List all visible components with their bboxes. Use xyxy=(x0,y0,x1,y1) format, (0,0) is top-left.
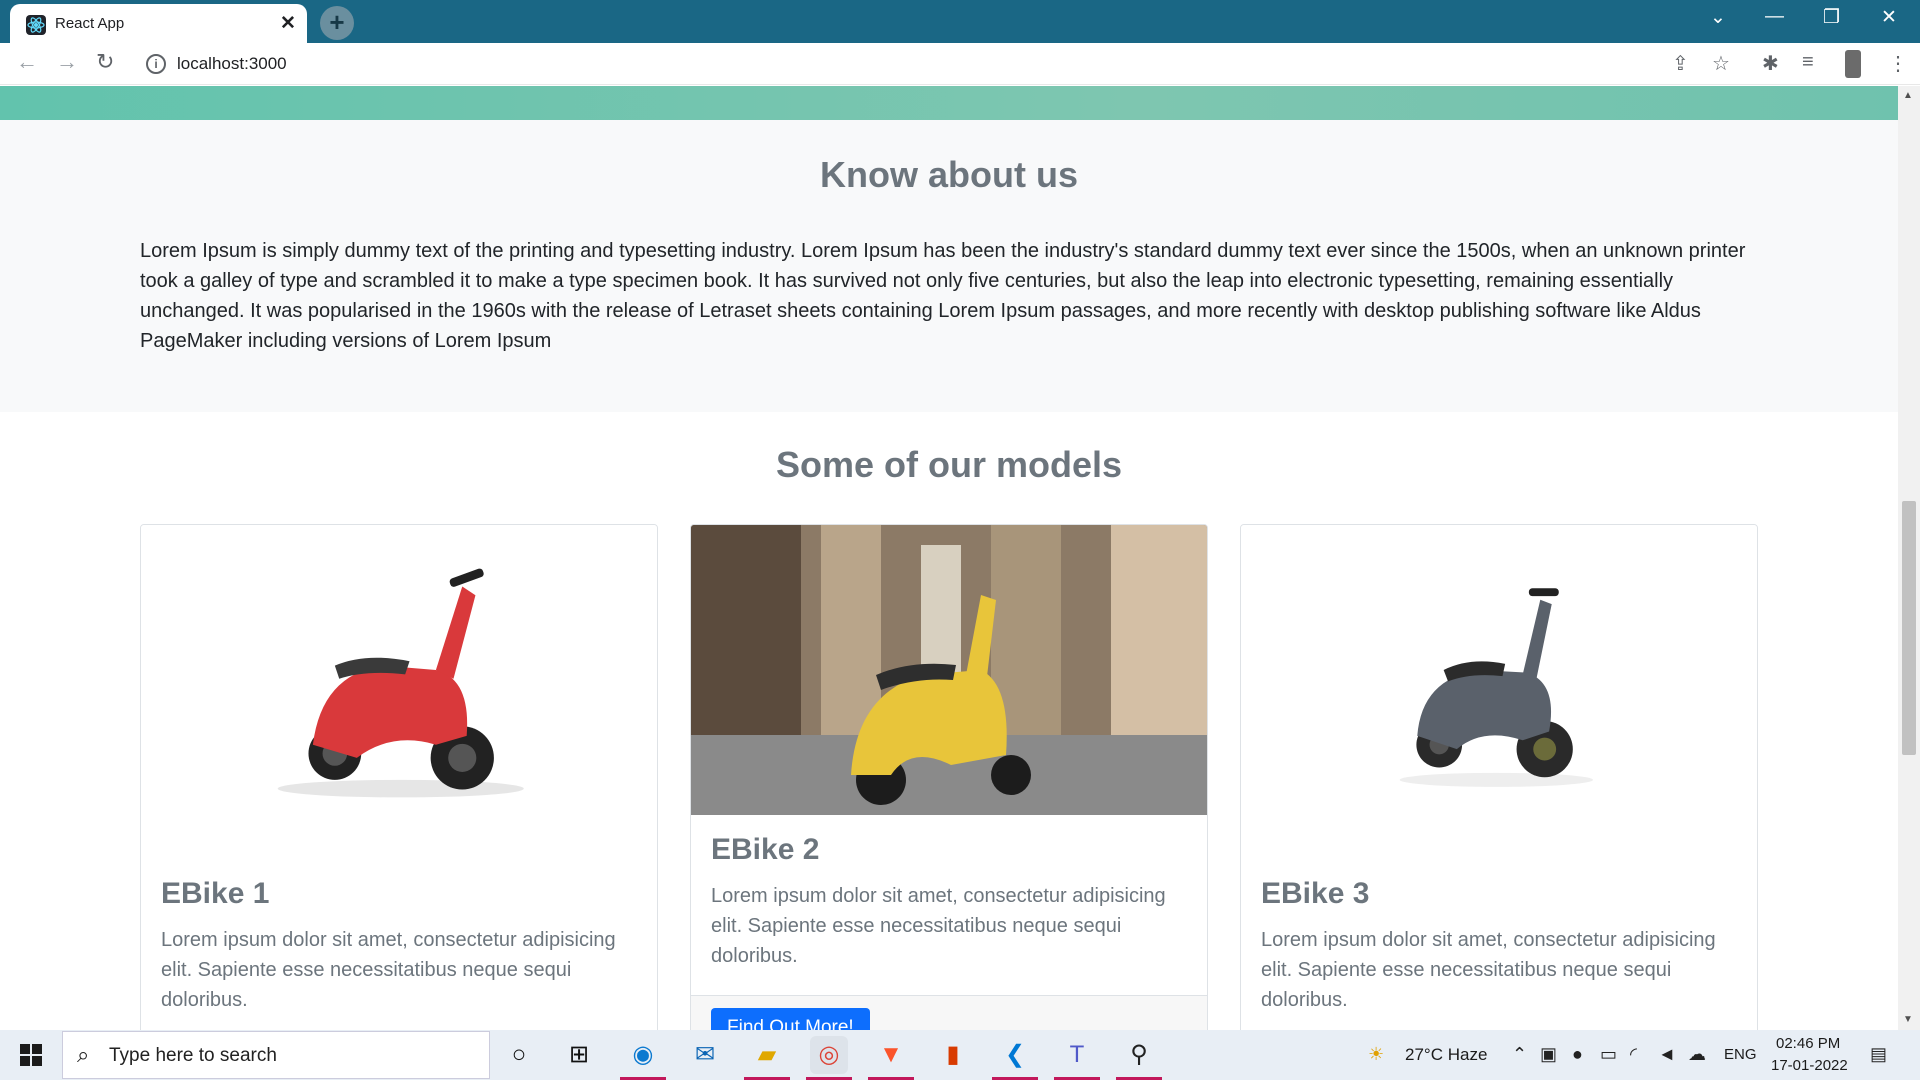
cortana-icon[interactable]: ○ xyxy=(500,1036,538,1074)
site-info-icon[interactable]: i xyxy=(146,54,166,74)
taskbar-search-input[interactable]: ⌕ Type here to search xyxy=(62,1031,490,1079)
scroll-up-icon[interactable]: ▲ xyxy=(1903,90,1913,101)
star-icon[interactable]: ☆ xyxy=(1712,51,1730,76)
page-scrollbar[interactable]: ▲ ▼ xyxy=(1898,86,1920,1030)
restore-icon[interactable]: ❐ xyxy=(1823,6,1840,29)
clock-time[interactable]: 02:46 PM xyxy=(1776,1035,1840,1052)
model-card-3: EBike 3 Lorem ipsum dolor sit amet, cons… xyxy=(1240,524,1758,1030)
edge-icon[interactable]: ◉ xyxy=(624,1036,662,1074)
wifi-icon[interactable]: ◜ xyxy=(1630,1044,1637,1065)
weather-icon[interactable]: ☀ xyxy=(1368,1044,1384,1065)
weather-text[interactable]: 27°C Haze xyxy=(1405,1045,1487,1065)
share-icon[interactable]: ⇪ xyxy=(1672,51,1689,76)
card-title: EBike 3 xyxy=(1261,877,1370,910)
back-icon[interactable]: ← xyxy=(16,49,38,75)
about-title: Know about us xyxy=(820,154,1078,195)
scroll-down-icon[interactable]: ▼ xyxy=(1903,1014,1913,1025)
card-text: Lorem ipsum dolor sit amet, consectetur … xyxy=(1261,929,1716,1011)
ebike-1-image xyxy=(141,525,657,815)
search-icon: ⌕ xyxy=(77,1042,90,1067)
brave-icon[interactable]: ▼ xyxy=(872,1036,910,1074)
extensions-icon[interactable]: ✱ xyxy=(1762,51,1779,76)
windows-taskbar: ⌕ Type here to search ○ ⊞ ◉ ✉ ▰ ◎ ▼ ▮ ❮ … xyxy=(0,1030,1920,1080)
close-window-icon[interactable]: ✕ xyxy=(1881,6,1897,29)
new-tab-button[interactable]: + xyxy=(320,6,354,40)
file-explorer-icon[interactable]: ▰ xyxy=(748,1036,786,1074)
onedrive-icon[interactable]: ☁ xyxy=(1688,1044,1706,1065)
model-card-1: EBike 1 Lorem ipsum dolor sit amet, cons… xyxy=(140,524,658,1030)
ebike-3-image xyxy=(1241,525,1757,815)
search-placeholder: Type here to search xyxy=(109,1045,277,1066)
language-indicator[interactable]: ENG xyxy=(1724,1046,1757,1063)
browser-toolbar: ← → ↻ i localhost:3000 ⇪ ☆ ✱ ≡ ⋮ xyxy=(0,43,1920,85)
office-icon[interactable]: ▮ xyxy=(934,1036,972,1074)
card-footer: Find Out More! xyxy=(691,995,1207,1030)
magnifier-icon[interactable]: ⚲ xyxy=(1120,1036,1158,1074)
battery-icon[interactable]: ▭ xyxy=(1600,1044,1617,1065)
notifications-icon[interactable]: ▤ xyxy=(1870,1044,1887,1065)
chrome-icon[interactable]: ◎ xyxy=(810,1036,848,1074)
card-title: EBike 2 xyxy=(711,833,820,866)
find-out-more-button[interactable]: Find Out More! xyxy=(711,1008,870,1030)
reading-list-icon[interactable]: ≡ xyxy=(1802,51,1814,74)
tab-title: React App xyxy=(55,15,125,32)
clock-date[interactable]: 17-01-2022 xyxy=(1771,1057,1848,1074)
mail-icon[interactable]: ✉ xyxy=(686,1036,724,1074)
menu-icon[interactable]: ⋮ xyxy=(1888,51,1908,76)
about-section: Know about us Lorem Ipsum is simply dumm… xyxy=(0,120,1898,412)
meet-now-icon[interactable]: ▣ xyxy=(1540,1044,1557,1065)
windows-start-icon[interactable] xyxy=(20,1044,42,1066)
page-viewport: Know about us Lorem Ipsum is simply dumm… xyxy=(0,86,1898,1030)
minimize-icon[interactable]: — xyxy=(1765,6,1784,28)
tab-close-icon[interactable]: ✕ xyxy=(280,12,296,35)
browser-tab[interactable]: React App ✕ xyxy=(10,4,307,43)
tab-search-dropdown-icon[interactable]: ⌄ xyxy=(1710,6,1726,29)
forward-icon[interactable]: → xyxy=(56,49,78,75)
task-view-icon[interactable]: ⊞ xyxy=(560,1036,598,1074)
reload-icon[interactable]: ↻ xyxy=(96,49,114,75)
card-title: EBike 1 xyxy=(161,877,270,910)
about-text: Lorem Ipsum is simply dummy text of the … xyxy=(140,240,1746,352)
model-card-2: EBike 2 Lorem ipsum dolor sit amet, cons… xyxy=(690,524,1208,1030)
react-favicon-icon xyxy=(26,15,46,35)
hero-banner-bottom xyxy=(0,86,1898,120)
teams-icon[interactable]: T xyxy=(1058,1036,1096,1074)
profile-avatar[interactable] xyxy=(1845,50,1861,78)
ebike-2-image xyxy=(691,525,1207,815)
scroll-thumb[interactable] xyxy=(1902,501,1916,755)
browser-tab-bar: React App ✕ + ⌄ — ❐ ✕ xyxy=(0,0,1920,43)
microphone-icon[interactable]: ● xyxy=(1572,1044,1583,1065)
models-title: Some of our models xyxy=(775,444,1123,485)
address-bar[interactable]: localhost:3000 xyxy=(177,54,287,74)
volume-icon[interactable]: ◄ xyxy=(1658,1044,1676,1065)
card-text: Lorem ipsum dolor sit amet, consectetur … xyxy=(161,929,616,1011)
vscode-icon[interactable]: ❮ xyxy=(996,1036,1034,1074)
tray-chevron-icon[interactable]: ⌃ xyxy=(1512,1044,1527,1065)
card-text: Lorem ipsum dolor sit amet, consectetur … xyxy=(711,885,1166,967)
